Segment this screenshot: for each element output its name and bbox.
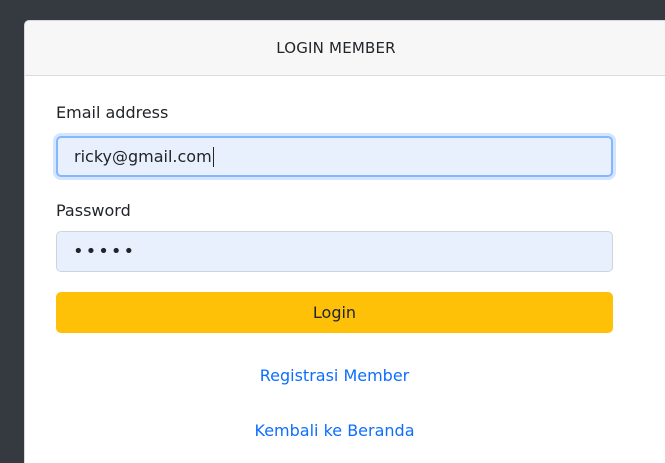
register-member-link[interactable]: Registrasi Member (56, 366, 613, 385)
login-card: LOGIN MEMBER Email address ricky@gmail.c… (24, 20, 665, 463)
text-cursor (212, 146, 214, 167)
password-label: Password (56, 201, 131, 220)
email-field[interactable]: ricky@gmail.com (56, 136, 613, 177)
password-value: ••••• (73, 241, 137, 262)
email-label: Email address (56, 103, 169, 122)
password-field[interactable]: ••••• (56, 231, 613, 272)
login-button[interactable]: Login (56, 292, 613, 333)
email-value: ricky@gmail.com (74, 147, 212, 166)
card-header: LOGIN MEMBER (25, 21, 665, 76)
card-title: LOGIN MEMBER (276, 39, 396, 57)
back-to-home-link[interactable]: Kembali ke Beranda (56, 421, 613, 440)
